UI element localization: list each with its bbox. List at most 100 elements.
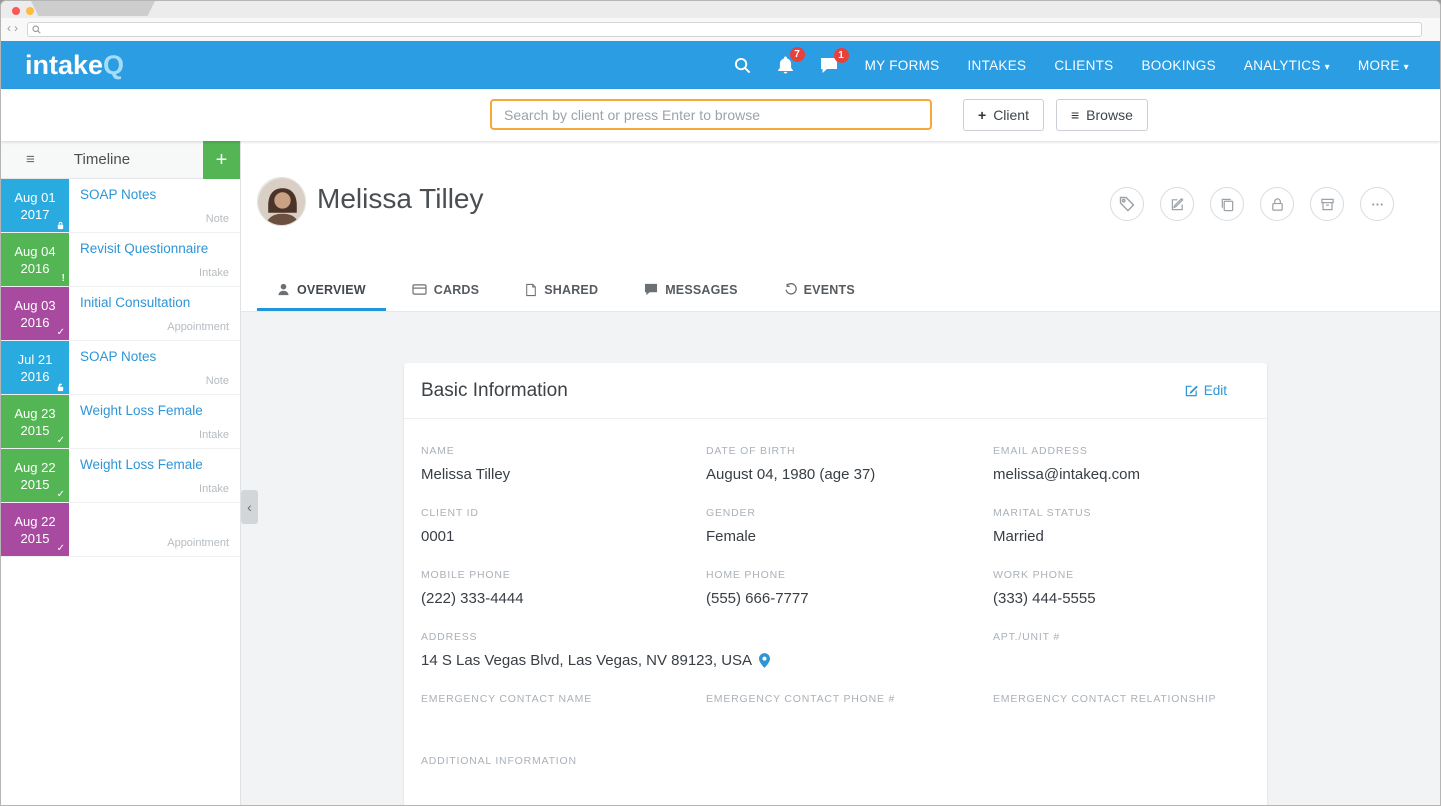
- app-body: ≡ Timeline + Aug 01 2017 SOAP Notes Note…: [1, 141, 1440, 805]
- client-toolbar: + Client ≡ Browse: [1, 89, 1440, 141]
- timeline-sidebar: ≡ Timeline + Aug 01 2017 SOAP Notes Note…: [1, 141, 241, 805]
- tab-overview[interactable]: OVERVIEW: [257, 271, 386, 311]
- field-home-phone: HOME PHONE (555) 666-7777: [706, 569, 993, 608]
- timeline-title: Timeline: [1, 151, 203, 168]
- timeline-item-title: Weight Loss Female: [80, 457, 229, 472]
- field-client-id: CLIENT ID 0001: [421, 507, 706, 546]
- timeline-date-block: Aug 22 2015 ✓: [1, 449, 69, 502]
- field-address: ADDRESS 14 S Las Vegas Blvd, Las Vegas, …: [421, 631, 993, 670]
- timeline-item[interactable]: Aug 04 2016 ! Revisit Questionnaire Inta…: [1, 233, 240, 287]
- search-icon: [734, 57, 751, 74]
- timeline-date-block: Aug 03 2016 ✓: [1, 287, 69, 340]
- field-gender: GENDER Female: [706, 507, 993, 546]
- nav-analytics[interactable]: ANALYTICS▾: [1230, 58, 1344, 73]
- timeline-item-title: Weight Loss Female: [80, 403, 229, 418]
- field-date-of-birth: DATE OF BIRTH August 04, 1980 (age 37): [706, 445, 993, 484]
- timeline-item-type: Appointment: [167, 537, 229, 549]
- field-emergency-contact-name: EMERGENCY CONTACT NAME: [421, 693, 706, 732]
- unlock-icon: [56, 383, 65, 392]
- field-name: NAME Melissa Tilley: [421, 445, 706, 484]
- timeline-item[interactable]: Jul 21 2016 SOAP Notes Note: [1, 341, 240, 395]
- timeline-header: ≡ Timeline +: [1, 141, 240, 179]
- timeline-item[interactable]: Aug 03 2016 ✓ Initial Consultation Appoi…: [1, 287, 240, 341]
- more-button[interactable]: [1360, 187, 1394, 221]
- browser-window: ‹› intakeQ 7 1 MY FORMS INTAKES CLIENTS …: [0, 0, 1441, 806]
- client-tabs: OVERVIEW CARDS SHARED MESSAGES EVENTS: [241, 271, 1440, 312]
- lock-icon: [56, 221, 65, 230]
- archive-icon: [1320, 197, 1335, 212]
- chat-icon: [644, 283, 658, 296]
- timeline-item[interactable]: Aug 22 2015 ✓ Weight Loss Female Intake: [1, 449, 240, 503]
- minimize-window-button[interactable]: [26, 7, 34, 15]
- browser-nav-buttons[interactable]: ‹›: [7, 21, 21, 35]
- nav-bookings[interactable]: BOOKINGS: [1127, 58, 1229, 73]
- field-email-address: EMAIL ADDRESS melissa@intakeq.com: [993, 445, 1250, 484]
- document-icon: [525, 283, 537, 297]
- tab-cards[interactable]: CARDS: [392, 271, 499, 311]
- plus-icon: +: [216, 149, 228, 172]
- collapse-sidebar-button[interactable]: ‹: [241, 490, 258, 524]
- browse-button[interactable]: ≡ Browse: [1056, 99, 1148, 131]
- client-search-input[interactable]: [490, 99, 932, 130]
- timeline-item[interactable]: Aug 22 2015 ✓ Appointment: [1, 503, 240, 557]
- field-apt-unit: APT./UNIT #: [993, 631, 1250, 670]
- check-icon: ✓: [57, 544, 65, 554]
- timeline-item[interactable]: Aug 01 2017 SOAP Notes Note: [1, 179, 240, 233]
- basic-info-fields: NAME Melissa Tilley DATE OF BIRTH August…: [404, 419, 1267, 805]
- basic-information-card: Basic Information Edit NAME Melissa Till…: [404, 363, 1267, 805]
- lock-button[interactable]: [1260, 187, 1294, 221]
- caret-down-icon: ▾: [1404, 62, 1409, 73]
- timeline-date-block: Aug 23 2015 ✓: [1, 395, 69, 448]
- client-name: Melissa Tilley: [317, 183, 483, 215]
- messages-button[interactable]: 1: [807, 57, 851, 74]
- edit-icon: [1170, 197, 1185, 212]
- timeline-item-type: Intake: [199, 483, 229, 495]
- header-search-button[interactable]: [721, 57, 764, 74]
- back-icon[interactable]: ‹: [7, 21, 14, 35]
- card-header: Basic Information Edit: [404, 363, 1267, 419]
- close-window-button[interactable]: [12, 7, 20, 15]
- add-timeline-entry-button[interactable]: +: [203, 141, 240, 179]
- tab-events[interactable]: EVENTS: [764, 271, 875, 311]
- timeline-item-title: Revisit Questionnaire: [80, 241, 229, 256]
- timeline-item[interactable]: Aug 23 2015 ✓ Weight Loss Female Intake: [1, 395, 240, 449]
- plus-icon: +: [978, 107, 986, 123]
- field-work-phone: WORK PHONE (333) 444-5555: [993, 569, 1250, 608]
- copy-button[interactable]: [1210, 187, 1244, 221]
- timeline-date-block: Aug 04 2016 !: [1, 233, 69, 286]
- url-bar[interactable]: [27, 22, 1422, 37]
- browser-chrome: ‹›: [1, 1, 1440, 41]
- search-icon: [32, 25, 41, 34]
- overview-content: Basic Information Edit NAME Melissa Till…: [241, 312, 1440, 805]
- forward-icon[interactable]: ›: [14, 21, 21, 35]
- browser-tab[interactable]: [31, 1, 155, 16]
- notifications-button[interactable]: 7: [764, 56, 807, 74]
- timeline-date-block: Aug 01 2017: [1, 179, 69, 232]
- map-pin-icon[interactable]: [759, 653, 770, 668]
- browser-url-row: ‹›: [1, 18, 1440, 41]
- intakeq-logo[interactable]: intakeQ: [25, 50, 124, 81]
- check-icon: ✓: [57, 436, 65, 446]
- timeline-item-type: Note: [206, 375, 229, 387]
- timeline-item-type: Appointment: [167, 321, 229, 333]
- chevron-left-icon: ‹: [247, 499, 252, 515]
- timeline-item-type: Intake: [199, 429, 229, 441]
- nav-intakes[interactable]: INTAKES: [953, 58, 1040, 73]
- tab-shared[interactable]: SHARED: [505, 271, 618, 311]
- tab-messages[interactable]: MESSAGES: [624, 271, 757, 311]
- field-emergency-contact-relationship: EMERGENCY CONTACT RELATIONSHIP: [993, 693, 1250, 732]
- tag-button[interactable]: [1110, 187, 1144, 221]
- archive-button[interactable]: [1310, 187, 1344, 221]
- client-panel: ‹ Melissa Tilley: [241, 141, 1440, 805]
- message-badge: 1: [834, 48, 849, 63]
- nav-my-forms[interactable]: MY FORMS: [851, 58, 954, 73]
- edit-button[interactable]: [1160, 187, 1194, 221]
- tag-icon: [1119, 196, 1135, 212]
- nav-more[interactable]: MORE▾: [1344, 58, 1423, 73]
- edit-basic-info-button[interactable]: Edit: [1185, 383, 1227, 398]
- check-icon: ✓: [57, 490, 65, 500]
- app-header: intakeQ 7 1 MY FORMS INTAKES CLIENTS BOO…: [1, 41, 1440, 89]
- add-client-button[interactable]: + Client: [963, 99, 1044, 131]
- nav-clients[interactable]: CLIENTS: [1040, 58, 1127, 73]
- client-header: Melissa Tilley: [241, 141, 1440, 271]
